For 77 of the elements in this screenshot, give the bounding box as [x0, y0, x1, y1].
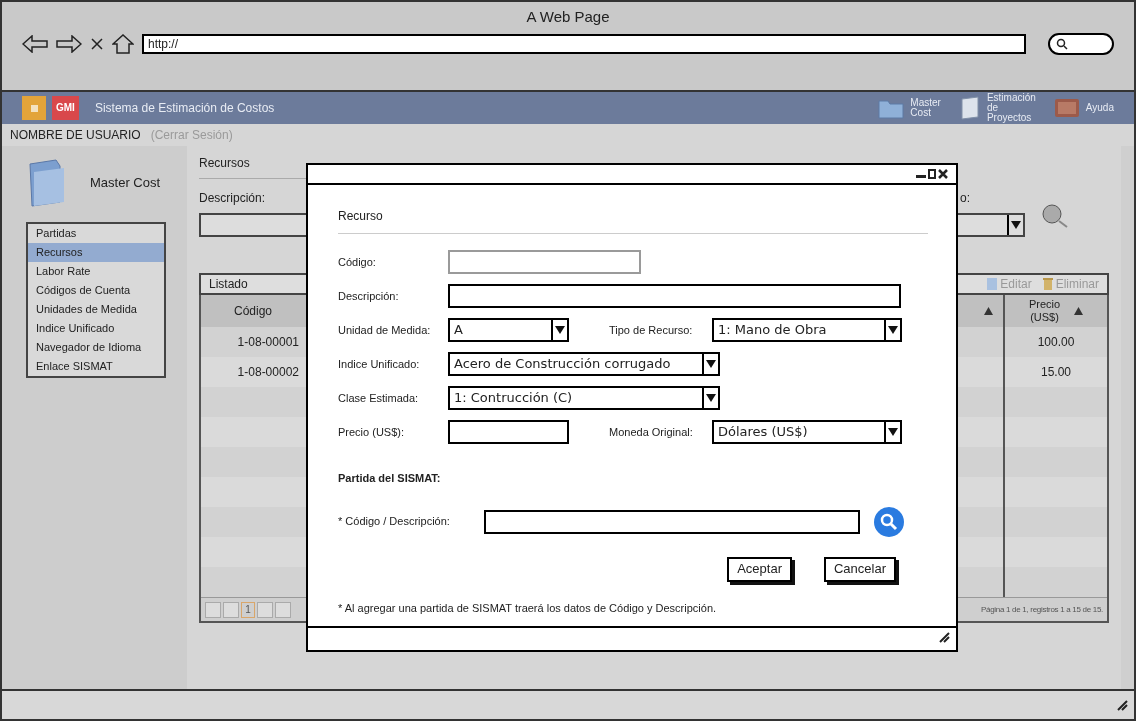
close-icon[interactable] — [938, 169, 948, 179]
dropdown-arrow-icon — [884, 422, 900, 442]
dropdown-field[interactable]: Acero de Construcción corrugado — [448, 352, 720, 376]
text-field[interactable] — [448, 284, 901, 308]
text-field[interactable] — [484, 509, 860, 534]
field-label: Clase Estimada: — [338, 390, 420, 406]
sidebar-title: Master Cost — [90, 174, 161, 193]
dropdown-arrow-icon — [884, 320, 900, 340]
list-title: Listado — [209, 276, 248, 293]
page-number[interactable]: 1 — [241, 601, 255, 618]
field-label: Descripción: — [338, 288, 400, 304]
forward-arrow-icon[interactable] — [56, 34, 82, 53]
document-icon — [958, 96, 981, 120]
search-button[interactable] — [874, 506, 904, 537]
dropdown-field[interactable]: 1: Mano de Obra — [712, 318, 902, 342]
dropdown-arrow-icon — [551, 320, 567, 340]
table-cell: 15.00 — [1003, 357, 1107, 387]
column-header[interactable]: Código — [201, 295, 305, 327]
sort-arrow-icon — [1074, 307, 1084, 315]
resize-grip-icon[interactable] — [938, 631, 950, 643]
trash-icon — [1041, 277, 1054, 291]
column-header[interactable]: Precio (US$) — [1003, 295, 1107, 327]
sidebar-item[interactable]: Códigos de Cuenta — [28, 281, 164, 300]
sidebar-item[interactable]: Recursos — [28, 243, 164, 262]
page-icon — [986, 277, 999, 291]
dialog-button[interactable]: Aceptar — [727, 556, 792, 582]
dropdown-field[interactable]: A — [448, 318, 569, 342]
username: NOMBRE DE USUARIO — [10, 127, 141, 144]
sidebar-item[interactable]: Navegador de Idioma — [28, 338, 164, 357]
field-label: Descripción: — [199, 190, 267, 207]
footnote: * Al agregar una partida de SISMAT traerá los datos de Código y Descripción. — [338, 600, 718, 616]
sort-arrow-icon[interactable] — [984, 307, 993, 315]
field-label: Indice Unificado: — [338, 356, 421, 372]
dropdown-arrow-icon — [702, 388, 718, 408]
field-label: Unidad de Medida: — [338, 322, 432, 338]
sidebar-item[interactable]: Enlace SISMAT — [28, 357, 164, 376]
home-icon[interactable] — [112, 33, 134, 54]
window-title: A Web Page — [526, 7, 610, 27]
sidebar-item[interactable]: Partidas — [28, 224, 164, 243]
maximize-icon[interactable] — [928, 169, 936, 179]
nav-link[interactable]: Ayuda — [1085, 103, 1114, 113]
field-label: Precio (US$): — [338, 424, 406, 440]
folder-icon — [878, 97, 905, 119]
dialog-button[interactable]: Cancelar — [823, 556, 896, 582]
subsection-title: Partida del SISMAT: — [338, 471, 442, 486]
resize-grip-icon[interactable] — [1116, 699, 1128, 711]
sidebar-item[interactable]: Indice Unificado — [28, 319, 164, 338]
table-cell: 100.00 — [1003, 327, 1107, 357]
sidebar-item[interactable]: Labor Rate — [28, 262, 164, 281]
nav-link[interactable]: Estimación de Proyectos — [986, 93, 1036, 123]
book-icon — [1053, 97, 1080, 119]
search-icon — [1056, 37, 1068, 50]
back-arrow-icon[interactable] — [22, 34, 48, 53]
field-label: Tipo de Recurso: — [609, 322, 694, 338]
pager-summary: Página 1 de 1, registros 1 a 15 de 15. — [980, 603, 1103, 616]
dialog-section-title: Recurso — [338, 207, 928, 234]
field-label: o: — [960, 190, 971, 207]
sidebar-item[interactable]: Unidades de Medida — [28, 300, 164, 319]
table-cell: 1-08-00001 — [201, 327, 305, 357]
table-cell: 1-08-00002 — [201, 357, 305, 387]
app-title: Sistema de Estimación de Costos — [94, 100, 275, 117]
field-label: Código: — [338, 254, 377, 270]
dropdown-arrow-icon — [702, 354, 718, 374]
field-label: Moneda Original: — [609, 424, 694, 440]
search-icon — [880, 512, 898, 531]
dropdown-arrow-icon — [1007, 215, 1023, 235]
search-field[interactable] — [1048, 32, 1114, 55]
close-icon[interactable] — [90, 36, 104, 51]
search-icon[interactable] — [1041, 203, 1069, 229]
text-field[interactable] — [448, 420, 569, 444]
dropdown-field[interactable]: Dólares (US$) — [712, 420, 902, 444]
url-field[interactable]: http:// — [142, 33, 1026, 54]
field-label: * Código / Descripción: — [338, 514, 451, 530]
dropdown-field[interactable]: 1: Contrucción (C) — [448, 386, 720, 410]
nav-link[interactable]: Master Cost — [910, 98, 941, 118]
logo: GMI — [52, 96, 79, 120]
logo-icon — [22, 96, 46, 120]
